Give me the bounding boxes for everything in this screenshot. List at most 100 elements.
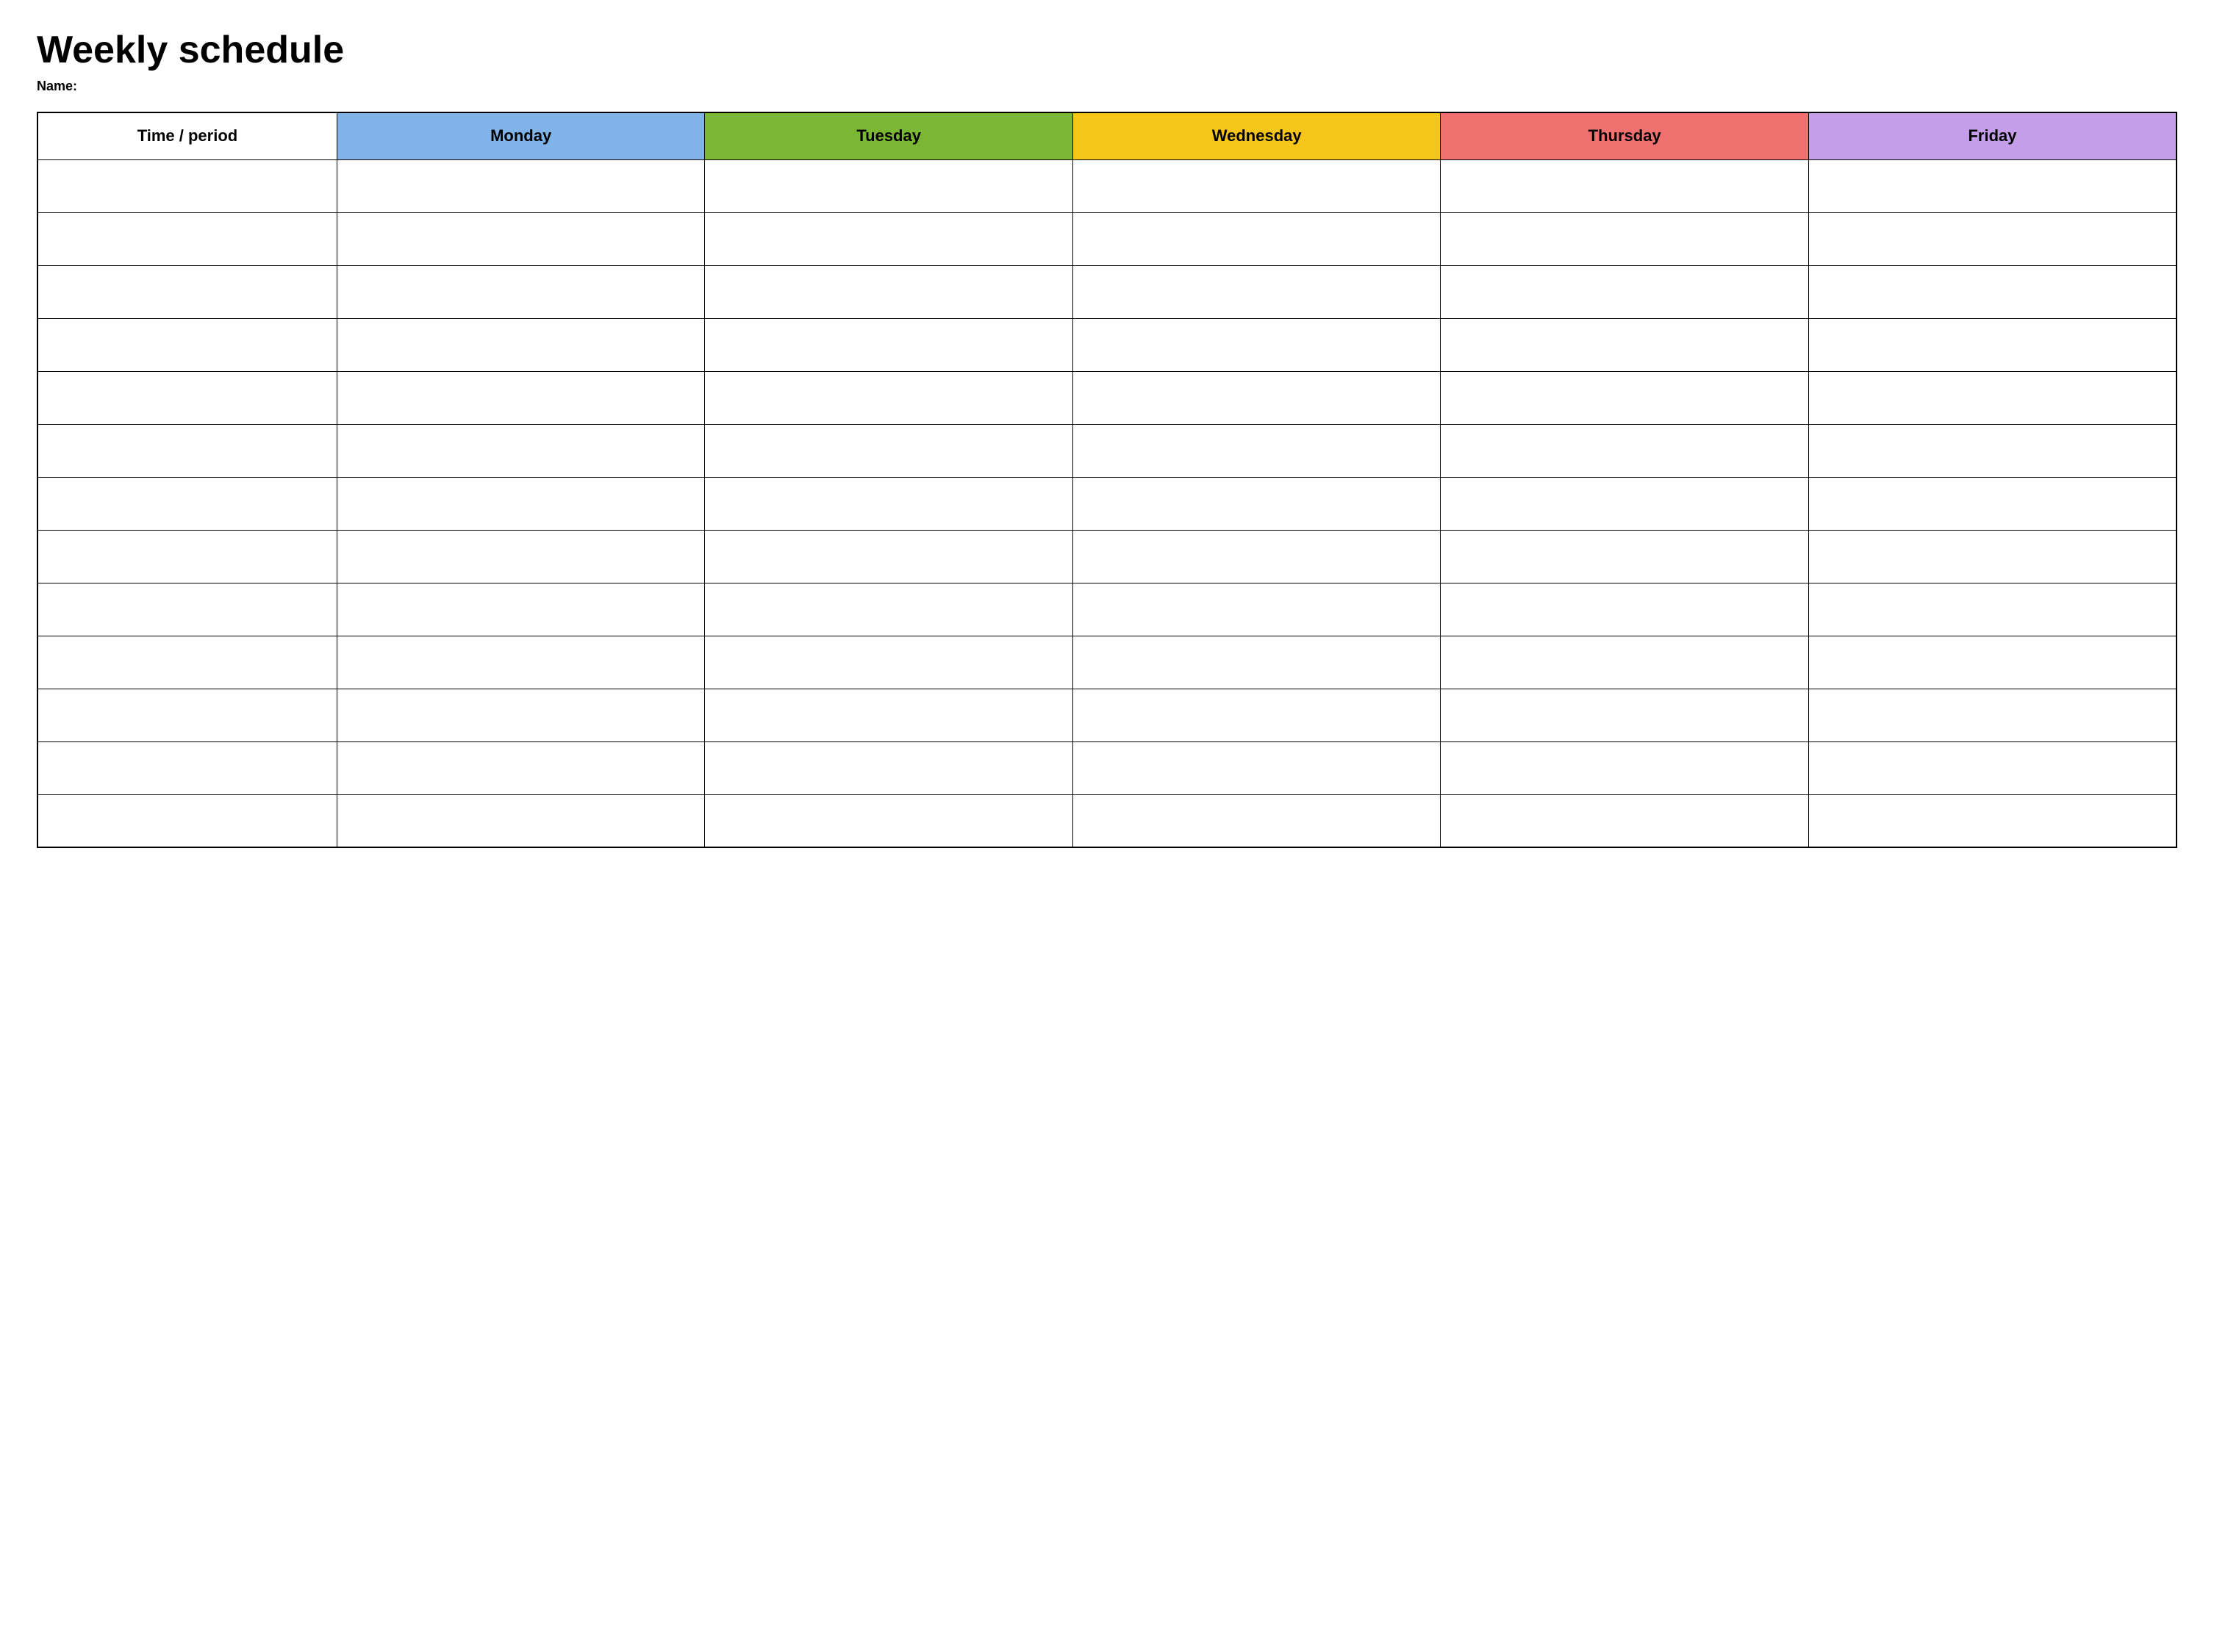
tuesday-cell[interactable] bbox=[705, 371, 1073, 424]
thursday-cell[interactable] bbox=[1441, 689, 1809, 741]
name-label: Name: bbox=[37, 79, 2177, 94]
wednesday-cell[interactable] bbox=[1072, 318, 1441, 371]
tuesday-cell[interactable] bbox=[705, 212, 1073, 265]
table-row bbox=[37, 530, 2177, 583]
monday-cell[interactable] bbox=[337, 371, 705, 424]
friday-cell[interactable] bbox=[1808, 159, 2177, 212]
tuesday-cell[interactable] bbox=[705, 477, 1073, 530]
monday-cell[interactable] bbox=[337, 689, 705, 741]
monday-cell[interactable] bbox=[337, 212, 705, 265]
table-row bbox=[37, 794, 2177, 847]
monday-cell[interactable] bbox=[337, 583, 705, 636]
header-tuesday: Tuesday bbox=[705, 112, 1073, 159]
table-row bbox=[37, 159, 2177, 212]
wednesday-cell[interactable] bbox=[1072, 741, 1441, 794]
monday-cell[interactable] bbox=[337, 530, 705, 583]
table-row bbox=[37, 689, 2177, 741]
header-monday: Monday bbox=[337, 112, 705, 159]
wednesday-cell[interactable] bbox=[1072, 477, 1441, 530]
friday-cell[interactable] bbox=[1808, 741, 2177, 794]
thursday-cell[interactable] bbox=[1441, 794, 1809, 847]
thursday-cell[interactable] bbox=[1441, 741, 1809, 794]
friday-cell[interactable] bbox=[1808, 265, 2177, 318]
time-cell[interactable] bbox=[37, 689, 337, 741]
table-row bbox=[37, 371, 2177, 424]
friday-cell[interactable] bbox=[1808, 212, 2177, 265]
monday-cell[interactable] bbox=[337, 318, 705, 371]
monday-cell[interactable] bbox=[337, 477, 705, 530]
time-cell[interactable] bbox=[37, 212, 337, 265]
time-cell[interactable] bbox=[37, 794, 337, 847]
tuesday-cell[interactable] bbox=[705, 689, 1073, 741]
thursday-cell[interactable] bbox=[1441, 212, 1809, 265]
table-row bbox=[37, 265, 2177, 318]
monday-cell[interactable] bbox=[337, 159, 705, 212]
monday-cell[interactable] bbox=[337, 741, 705, 794]
friday-cell[interactable] bbox=[1808, 371, 2177, 424]
time-cell[interactable] bbox=[37, 583, 337, 636]
table-row bbox=[37, 636, 2177, 689]
monday-cell[interactable] bbox=[337, 265, 705, 318]
time-cell[interactable] bbox=[37, 636, 337, 689]
time-cell[interactable] bbox=[37, 424, 337, 477]
table-row bbox=[37, 318, 2177, 371]
tuesday-cell[interactable] bbox=[705, 424, 1073, 477]
wednesday-cell[interactable] bbox=[1072, 265, 1441, 318]
friday-cell[interactable] bbox=[1808, 318, 2177, 371]
tuesday-cell[interactable] bbox=[705, 794, 1073, 847]
tuesday-cell[interactable] bbox=[705, 530, 1073, 583]
wednesday-cell[interactable] bbox=[1072, 371, 1441, 424]
header-time-period: Time / period bbox=[37, 112, 337, 159]
time-cell[interactable] bbox=[37, 477, 337, 530]
friday-cell[interactable] bbox=[1808, 583, 2177, 636]
wednesday-cell[interactable] bbox=[1072, 583, 1441, 636]
monday-cell[interactable] bbox=[337, 794, 705, 847]
table-row bbox=[37, 212, 2177, 265]
friday-cell[interactable] bbox=[1808, 689, 2177, 741]
time-cell[interactable] bbox=[37, 318, 337, 371]
friday-cell[interactable] bbox=[1808, 636, 2177, 689]
table-row bbox=[37, 741, 2177, 794]
thursday-cell[interactable] bbox=[1441, 318, 1809, 371]
time-cell[interactable] bbox=[37, 265, 337, 318]
header-row: Time / period Monday Tuesday Wednesday T… bbox=[37, 112, 2177, 159]
thursday-cell[interactable] bbox=[1441, 159, 1809, 212]
wednesday-cell[interactable] bbox=[1072, 794, 1441, 847]
thursday-cell[interactable] bbox=[1441, 265, 1809, 318]
time-cell[interactable] bbox=[37, 530, 337, 583]
table-row bbox=[37, 583, 2177, 636]
thursday-cell[interactable] bbox=[1441, 477, 1809, 530]
tuesday-cell[interactable] bbox=[705, 318, 1073, 371]
thursday-cell[interactable] bbox=[1441, 636, 1809, 689]
friday-cell[interactable] bbox=[1808, 424, 2177, 477]
thursday-cell[interactable] bbox=[1441, 424, 1809, 477]
wednesday-cell[interactable] bbox=[1072, 424, 1441, 477]
tuesday-cell[interactable] bbox=[705, 265, 1073, 318]
tuesday-cell[interactable] bbox=[705, 636, 1073, 689]
wednesday-cell[interactable] bbox=[1072, 689, 1441, 741]
thursday-cell[interactable] bbox=[1441, 583, 1809, 636]
table-row bbox=[37, 424, 2177, 477]
time-cell[interactable] bbox=[37, 741, 337, 794]
header-thursday: Thursday bbox=[1441, 112, 1809, 159]
friday-cell[interactable] bbox=[1808, 794, 2177, 847]
tuesday-cell[interactable] bbox=[705, 741, 1073, 794]
weekly-schedule-table: Time / period Monday Tuesday Wednesday T… bbox=[37, 112, 2177, 848]
wednesday-cell[interactable] bbox=[1072, 530, 1441, 583]
friday-cell[interactable] bbox=[1808, 477, 2177, 530]
table-row bbox=[37, 477, 2177, 530]
wednesday-cell[interactable] bbox=[1072, 212, 1441, 265]
time-cell[interactable] bbox=[37, 159, 337, 212]
time-cell[interactable] bbox=[37, 371, 337, 424]
wednesday-cell[interactable] bbox=[1072, 159, 1441, 212]
monday-cell[interactable] bbox=[337, 424, 705, 477]
friday-cell[interactable] bbox=[1808, 530, 2177, 583]
wednesday-cell[interactable] bbox=[1072, 636, 1441, 689]
thursday-cell[interactable] bbox=[1441, 371, 1809, 424]
tuesday-cell[interactable] bbox=[705, 159, 1073, 212]
tuesday-cell[interactable] bbox=[705, 583, 1073, 636]
thursday-cell[interactable] bbox=[1441, 530, 1809, 583]
page-title: Weekly schedule bbox=[37, 29, 2177, 71]
monday-cell[interactable] bbox=[337, 636, 705, 689]
header-wednesday: Wednesday bbox=[1072, 112, 1441, 159]
